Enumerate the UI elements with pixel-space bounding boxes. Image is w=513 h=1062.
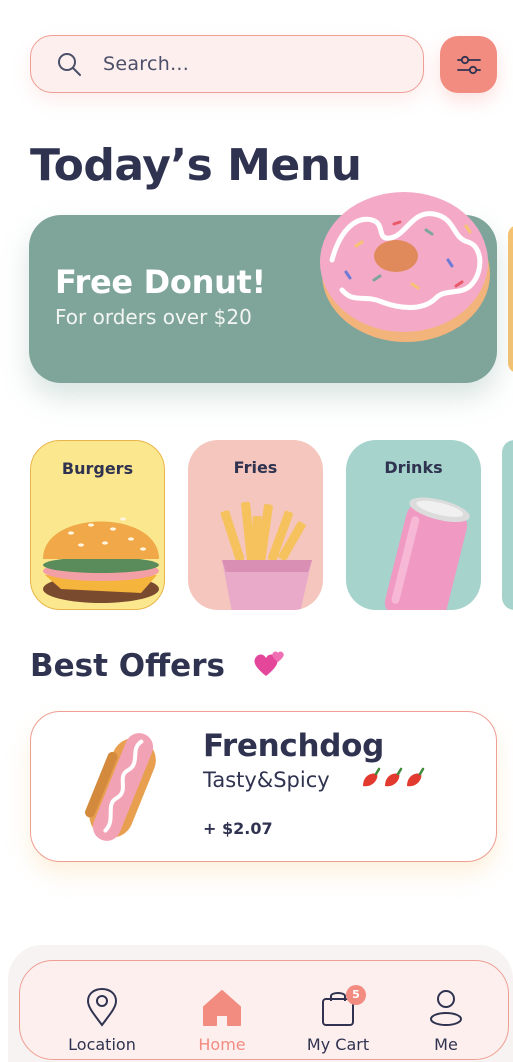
category-burgers[interactable]: Burgers xyxy=(30,440,165,610)
nav-item-me[interactable]: Me xyxy=(396,985,496,1054)
offer-price: + $2.07 xyxy=(203,819,273,838)
category-drinks[interactable]: Drinks xyxy=(346,440,481,610)
offer-description: Tasty&Spicy xyxy=(203,768,330,792)
promo-headline: Free Donut! xyxy=(55,263,266,301)
search-bar[interactable]: Search... xyxy=(30,35,424,93)
nav-label: Home xyxy=(198,1035,246,1054)
chili-pepper-icon xyxy=(363,767,425,787)
category-label: Burgers xyxy=(61,459,134,478)
page-title: Today’s Menu xyxy=(30,140,362,191)
nav-item-location[interactable]: Location xyxy=(52,985,152,1054)
best-offers-heading: Best Offers xyxy=(30,648,225,684)
app-screen: Search... Today’s Menu Free Donut! For o… xyxy=(0,0,513,1062)
category-label: Fries xyxy=(233,458,278,477)
cart-count-badge: 5 xyxy=(346,985,366,1005)
fries-image xyxy=(220,501,312,610)
bottom-nav: Location Home 5 My Cart Me xyxy=(19,960,509,1060)
offer-name: Frenchdog xyxy=(203,728,384,764)
drink-can-image xyxy=(384,497,470,610)
search-icon xyxy=(58,53,81,76)
next-promo-card[interactable] xyxy=(508,225,513,373)
promo-subtitle: For orders over $20 xyxy=(55,305,252,329)
filter-button[interactable] xyxy=(440,36,497,93)
search-input[interactable]: Search... xyxy=(103,53,189,75)
home-icon xyxy=(203,990,241,1026)
nav-label: My Cart xyxy=(306,1035,370,1054)
category-fries[interactable]: Fries xyxy=(188,440,323,610)
location-pin-icon xyxy=(86,987,118,1027)
next-category-card[interactable] xyxy=(502,440,513,610)
category-label: Drinks xyxy=(384,458,443,477)
offer-card-frenchdog[interactable]: Frenchdog Tasty&Spicy + $2.07 xyxy=(30,711,497,862)
nav-label: Me xyxy=(434,1035,458,1054)
sliders-icon xyxy=(456,55,481,74)
burger-image xyxy=(43,517,159,603)
two-hearts-icon xyxy=(254,651,284,676)
donut-image xyxy=(320,192,490,342)
nav-item-cart[interactable]: 5 My Cart xyxy=(288,985,388,1054)
nav-item-home[interactable]: Home xyxy=(172,985,272,1054)
hotdog-image xyxy=(85,733,156,841)
nav-label: Location xyxy=(68,1035,136,1054)
user-icon xyxy=(430,990,462,1026)
